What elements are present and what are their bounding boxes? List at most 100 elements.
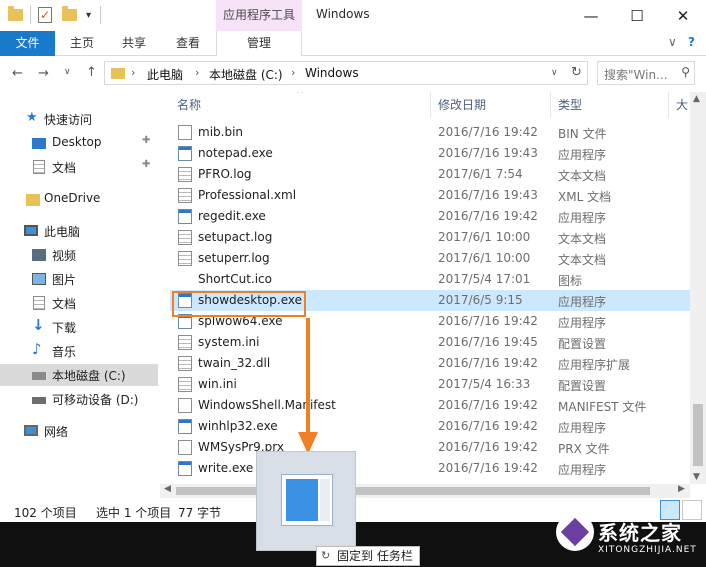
address-bar[interactable]: › 此电脑 › 本地磁盘 (C:) › Windows ∨ ↻ xyxy=(104,61,588,85)
help-icon[interactable]: ? xyxy=(688,35,695,49)
recent-locations-chevron-icon[interactable]: ∨ xyxy=(64,67,71,77)
table-row[interactable]: WindowsShell.Manifest 2016/7/16 19:42 MANI… xyxy=(170,395,690,416)
expand-ribbon-chevron-icon[interactable]: ∨ xyxy=(668,35,677,49)
file-date: 2016/7/16 19:42 xyxy=(438,356,538,370)
file-name: Professional.xml xyxy=(198,188,297,202)
scroll-down-arrow-icon[interactable]: ▼ xyxy=(693,472,700,482)
dragged-app-preview[interactable] xyxy=(256,451,356,551)
search-input[interactable]: 搜索"Win... ⚲ xyxy=(597,61,695,85)
new-folder-icon[interactable] xyxy=(62,6,77,24)
refresh-icon[interactable]: ↻ xyxy=(571,65,582,80)
search-icon[interactable]: ⚲ xyxy=(681,65,690,79)
maximize-button[interactable]: ☐ xyxy=(614,0,660,31)
file-icon xyxy=(178,440,192,455)
table-row[interactable]: Professional.xml 2016/7/16 19:43 XML 文档 xyxy=(170,185,690,206)
table-row[interactable]: mib.bin 2016/7/16 19:42 BIN 文件 xyxy=(170,122,690,143)
highlight-box xyxy=(172,291,306,317)
tab-view[interactable]: 查看 xyxy=(166,31,210,55)
scroll-right-arrow-icon[interactable]: ▶ xyxy=(678,484,685,494)
breadcrumb-local-disk[interactable]: 本地磁盘 (C:) xyxy=(209,66,283,83)
sidebar-item-music[interactable]: ♪ 音乐 xyxy=(0,340,158,362)
tab-share[interactable]: 共享 xyxy=(112,31,156,55)
scroll-up-arrow-icon[interactable]: ▲ xyxy=(693,94,700,104)
file-type: 文本文档 xyxy=(558,169,607,183)
file-type: 配置设置 xyxy=(558,379,607,393)
text-file-icon xyxy=(178,356,192,371)
table-row[interactable]: notepad.exe 2016/7/16 19:43 应用程序 xyxy=(170,143,690,164)
videos-icon xyxy=(32,249,46,261)
forward-arrow-icon[interactable]: → xyxy=(38,66,49,81)
sidebar-item-onedrive[interactable]: OneDrive xyxy=(0,188,158,210)
file-name: setuperr.log xyxy=(198,251,270,265)
music-icon: ♪ xyxy=(32,340,42,358)
sidebar-item-pictures[interactable]: 图片 xyxy=(0,268,158,290)
sidebar-item-videos[interactable]: 视频 xyxy=(0,244,158,266)
breadcrumb-windows[interactable]: Windows xyxy=(305,66,359,80)
column-divider[interactable] xyxy=(668,92,669,118)
column-header-name[interactable]: 名称 xyxy=(177,92,201,118)
table-row[interactable]: ShortCut.ico 2017/5/4 17:01 图标 xyxy=(170,269,690,290)
table-row[interactable]: PFRO.log 2017/6/1 7:54 文本文档 xyxy=(170,164,690,185)
sidebar-item-local-disk-c[interactable]: 本地磁盘 (C:) xyxy=(0,364,158,386)
column-divider[interactable] xyxy=(430,92,431,118)
table-row[interactable]: twain_32.dll 2016/7/16 19:42 应用程序扩展 xyxy=(170,353,690,374)
horizontal-scrollbar[interactable]: ◀ ▶ xyxy=(160,484,690,498)
close-button[interactable]: ✕ xyxy=(660,0,706,31)
pin-icon: ✚ xyxy=(142,159,151,170)
file-type: PRX 文件 xyxy=(558,442,610,456)
table-row[interactable]: setuperr.log 2017/6/1 10:00 文本文档 xyxy=(170,248,690,269)
tab-file[interactable]: 文件 xyxy=(0,31,55,56)
table-row[interactable]: system.ini 2016/7/16 19:45 配置设置 xyxy=(170,332,690,353)
file-type: 应用程序 xyxy=(558,463,607,477)
sidebar-item-network[interactable]: 网络 xyxy=(0,420,158,442)
table-row[interactable]: win.ini 2017/5/4 16:33 配置设置 xyxy=(170,374,690,395)
sidebar-item-quick-access[interactable]: ★ 快速访问 xyxy=(0,108,158,130)
breadcrumb-this-pc[interactable]: 此电脑 xyxy=(147,66,183,83)
file-name: win.ini xyxy=(198,377,237,391)
table-row[interactable]: regedit.exe 2016/7/16 19:42 应用程序 xyxy=(170,206,690,227)
sidebar-item-documents[interactable]: 文档 xyxy=(0,292,158,314)
table-row[interactable]: WMSysPr9.prx 2016/7/16 19:42 PRX 文件 xyxy=(170,437,690,458)
drive-icon xyxy=(32,372,46,380)
breadcrumb-chevron-icon[interactable]: › xyxy=(131,66,135,79)
scrollbar-thumb[interactable] xyxy=(176,487,650,495)
file-icon xyxy=(178,125,192,140)
file-date: 2017/6/1 10:00 xyxy=(438,230,531,244)
properties-icon[interactable]: ✓ xyxy=(38,6,52,24)
file-type: 应用程序扩展 xyxy=(558,358,631,372)
text-file-icon xyxy=(178,230,192,245)
table-row[interactable]: write.exe 2016/7/16 19:42 应用程序 xyxy=(170,458,690,479)
text-file-icon xyxy=(178,335,192,350)
pin-link-icon: ↻ xyxy=(321,549,331,562)
sidebar-item-downloads[interactable]: ↓ 下载 xyxy=(0,316,158,338)
table-row[interactable]: setupact.log 2017/6/1 10:00 文本文档 xyxy=(170,227,690,248)
back-arrow-icon[interactable]: ← xyxy=(12,66,23,81)
file-date: 2016/7/16 19:42 xyxy=(438,419,538,433)
minimize-button[interactable]: — xyxy=(568,0,614,31)
scroll-left-arrow-icon[interactable]: ◀ xyxy=(164,484,171,494)
column-divider[interactable] xyxy=(550,92,551,118)
sidebar-item-documents-pinned[interactable]: 文档 ✚ xyxy=(0,156,158,178)
up-arrow-icon[interactable]: ↑ xyxy=(86,65,97,80)
app-window-icon xyxy=(281,474,333,526)
sidebar-item-this-pc[interactable]: 此电脑 xyxy=(0,220,158,242)
tab-home[interactable]: 主页 xyxy=(60,31,104,55)
item-count: 102 个项目 xyxy=(14,506,77,520)
address-history-chevron-icon[interactable]: ∨ xyxy=(551,68,558,78)
breadcrumb-chevron-icon[interactable]: › xyxy=(195,66,199,79)
breadcrumb-chevron-icon[interactable]: › xyxy=(291,66,295,79)
tab-manage[interactable]: 管理 xyxy=(216,31,302,56)
column-header-type[interactable]: 类型 xyxy=(558,92,582,118)
selection-count: 选中 1 个项目 xyxy=(96,506,172,520)
sidebar-item-desktop[interactable]: Desktop ✚ xyxy=(0,132,158,154)
customize-toolbar-chevron-icon[interactable]: ▾ xyxy=(86,6,91,24)
sidebar-item-removable-d[interactable]: 可移动设备 (D:) xyxy=(0,388,158,410)
watermark-logo-icon xyxy=(556,513,594,551)
quick-access-folder-icon[interactable] xyxy=(8,6,23,24)
table-row[interactable]: winhlp32.exe 2016/7/16 19:42 应用程序 xyxy=(170,416,690,437)
file-name: PFRO.log xyxy=(198,167,252,181)
vertical-scrollbar[interactable]: ▲ ▼ xyxy=(690,92,706,484)
scrollbar-thumb[interactable] xyxy=(693,404,703,466)
column-header-size[interactable]: 大 xyxy=(676,92,688,118)
column-header-date[interactable]: 修改日期 xyxy=(438,92,486,118)
